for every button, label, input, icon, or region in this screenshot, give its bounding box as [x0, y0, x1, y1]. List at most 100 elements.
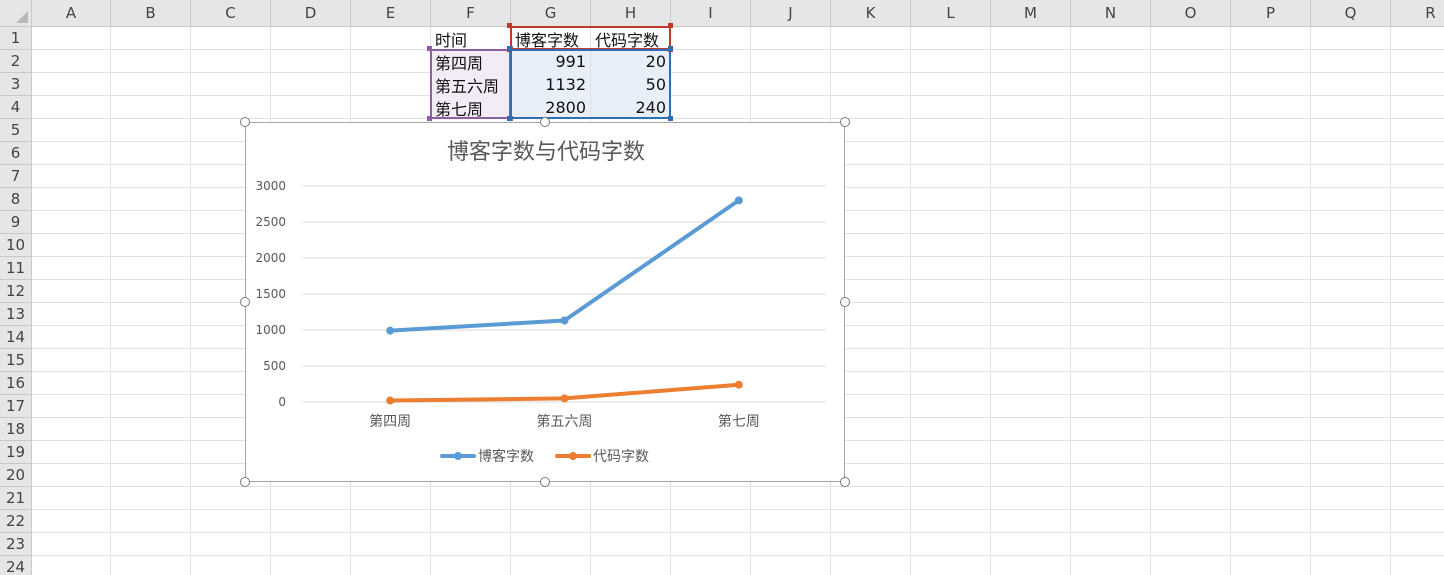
- row-header-23[interactable]: 23: [0, 533, 32, 556]
- row-header-19[interactable]: 19: [0, 441, 32, 464]
- row-header-20[interactable]: 20: [0, 464, 32, 487]
- y-tick-label: 0: [278, 395, 286, 409]
- y-tick-label: 1000: [255, 323, 286, 337]
- series-line-1: [388, 198, 741, 333]
- column-header-B[interactable]: B: [111, 0, 191, 27]
- column-header-A[interactable]: A: [32, 0, 111, 27]
- gridline-vertical: [910, 27, 911, 575]
- cell-H4[interactable]: 240: [591, 96, 670, 119]
- data-point: [734, 196, 743, 205]
- row-header-8[interactable]: 8: [0, 188, 32, 211]
- row-header-24[interactable]: 24: [0, 556, 32, 575]
- row-header-13[interactable]: 13: [0, 303, 32, 326]
- chart-resize-handle[interactable]: [840, 117, 850, 127]
- row-header-14[interactable]: 14: [0, 326, 32, 349]
- category-range-highlight-resize-handle[interactable]: [427, 116, 432, 121]
- column-header-J[interactable]: J: [751, 0, 831, 27]
- cell-G4[interactable]: 2800: [511, 96, 590, 119]
- gridline-horizontal: [32, 72, 1444, 73]
- column-header-L[interactable]: L: [911, 0, 991, 27]
- cell-F1[interactable]: 时间: [431, 27, 510, 50]
- gridline-vertical: [990, 27, 991, 575]
- row-header-12[interactable]: 12: [0, 280, 32, 303]
- values-range-highlight-resize-handle[interactable]: [668, 46, 673, 51]
- row-header-6[interactable]: 6: [0, 142, 32, 165]
- y-tick-label: 2500: [255, 215, 286, 229]
- legend-label-1: 博客字数: [478, 448, 534, 465]
- gridline-horizontal: [32, 555, 1444, 556]
- series-name-range-highlight-resize-handle[interactable]: [668, 23, 673, 28]
- row-header-5[interactable]: 5: [0, 119, 32, 142]
- column-header-R[interactable]: R: [1391, 0, 1444, 27]
- chart-canvas: 博客字数与代码字数 0 500 1000 1500 2000 2500 3000 第四周 第五六周…: [255, 140, 826, 465]
- x-tick-label: 第四周: [369, 413, 411, 430]
- row-header-21[interactable]: 21: [0, 487, 32, 510]
- chart-resize-handle[interactable]: [540, 117, 550, 127]
- column-header-O[interactable]: O: [1151, 0, 1231, 27]
- column-header-M[interactable]: M: [991, 0, 1071, 27]
- cell-G3[interactable]: 1132: [511, 73, 590, 96]
- gridline-vertical: [190, 27, 191, 575]
- cell-H2[interactable]: 20: [591, 50, 670, 73]
- category-range-highlight-resize-handle[interactable]: [427, 46, 432, 51]
- chart-resize-handle[interactable]: [240, 477, 250, 487]
- select-all-corner[interactable]: [0, 0, 32, 27]
- column-header-P[interactable]: P: [1231, 0, 1311, 27]
- chart-resize-handle[interactable]: [240, 297, 250, 307]
- cell-F4[interactable]: 第七周: [431, 96, 510, 119]
- chart-resize-handle[interactable]: [240, 117, 250, 127]
- chart-title: 博客字数与代码字数: [447, 140, 645, 165]
- data-point: [560, 316, 569, 325]
- cell-H3[interactable]: 50: [591, 73, 670, 96]
- cell-H1[interactable]: 代码字数: [591, 27, 670, 50]
- row-header-18[interactable]: 18: [0, 418, 32, 441]
- column-header-E[interactable]: E: [351, 0, 431, 27]
- row-header-3[interactable]: 3: [0, 73, 32, 96]
- row-header-16[interactable]: 16: [0, 372, 32, 395]
- cell-G1[interactable]: 博客字数: [511, 27, 590, 50]
- y-tick-label: 3000: [255, 179, 286, 193]
- column-header-G[interactable]: G: [511, 0, 591, 27]
- values-range-highlight-resize-handle[interactable]: [668, 116, 673, 121]
- line-chart[interactable]: 博客字数与代码字数 0 500 1000 1500 2000 2500 3000 第四周 第五六周…: [245, 122, 845, 482]
- cell-G2[interactable]: 991: [511, 50, 590, 73]
- row-header-15[interactable]: 15: [0, 349, 32, 372]
- cell-F3[interactable]: 第五六周: [431, 73, 510, 96]
- column-header-C[interactable]: C: [191, 0, 271, 27]
- series-name-range-highlight-resize-handle[interactable]: [507, 23, 512, 28]
- column-header-K[interactable]: K: [831, 0, 911, 27]
- column-header-F[interactable]: F: [431, 0, 511, 27]
- row-header-17[interactable]: 17: [0, 395, 32, 418]
- column-header-N[interactable]: N: [1071, 0, 1151, 27]
- spreadsheet[interactable]: ABCDEFGHIJKLMNOPQR 1 2 3 4 5 6 7 8 9 10 11 12 13 14 15…: [0, 0, 1444, 575]
- column-header-H[interactable]: H: [591, 0, 671, 27]
- chart-resize-handle[interactable]: [840, 297, 850, 307]
- row-header-2[interactable]: 2: [0, 50, 32, 73]
- row-header-7[interactable]: 7: [0, 165, 32, 188]
- legend-label-2: 代码字数: [593, 449, 649, 465]
- row-header-10[interactable]: 10: [0, 234, 32, 257]
- legend-marker-1: [454, 452, 462, 460]
- data-point: [560, 394, 569, 403]
- x-tick-label: 第七周: [718, 413, 760, 430]
- values-range-highlight-resize-handle[interactable]: [507, 46, 512, 51]
- row-header-22[interactable]: 22: [0, 510, 32, 533]
- values-range-highlight-resize-handle[interactable]: [507, 116, 512, 121]
- gridline-vertical: [1390, 27, 1391, 575]
- cell-F2[interactable]: 第四周: [431, 50, 510, 73]
- column-header-Q[interactable]: Q: [1311, 0, 1391, 27]
- row-header-1[interactable]: 1: [0, 27, 32, 50]
- row-header-4[interactable]: 4: [0, 96, 32, 119]
- data-point: [386, 396, 395, 405]
- chart-resize-handle[interactable]: [540, 477, 550, 487]
- gridline-horizontal: [32, 532, 1444, 533]
- row-header-11[interactable]: 11: [0, 257, 32, 280]
- chart-resize-handle[interactable]: [840, 477, 850, 487]
- gridline-vertical: [1310, 27, 1311, 575]
- column-header-D[interactable]: D: [271, 0, 351, 27]
- gridline-horizontal: [32, 49, 1444, 50]
- gridline-horizontal: [32, 509, 1444, 510]
- column-header-I[interactable]: I: [671, 0, 751, 27]
- data-point: [386, 326, 395, 335]
- row-header-9[interactable]: 9: [0, 211, 32, 234]
